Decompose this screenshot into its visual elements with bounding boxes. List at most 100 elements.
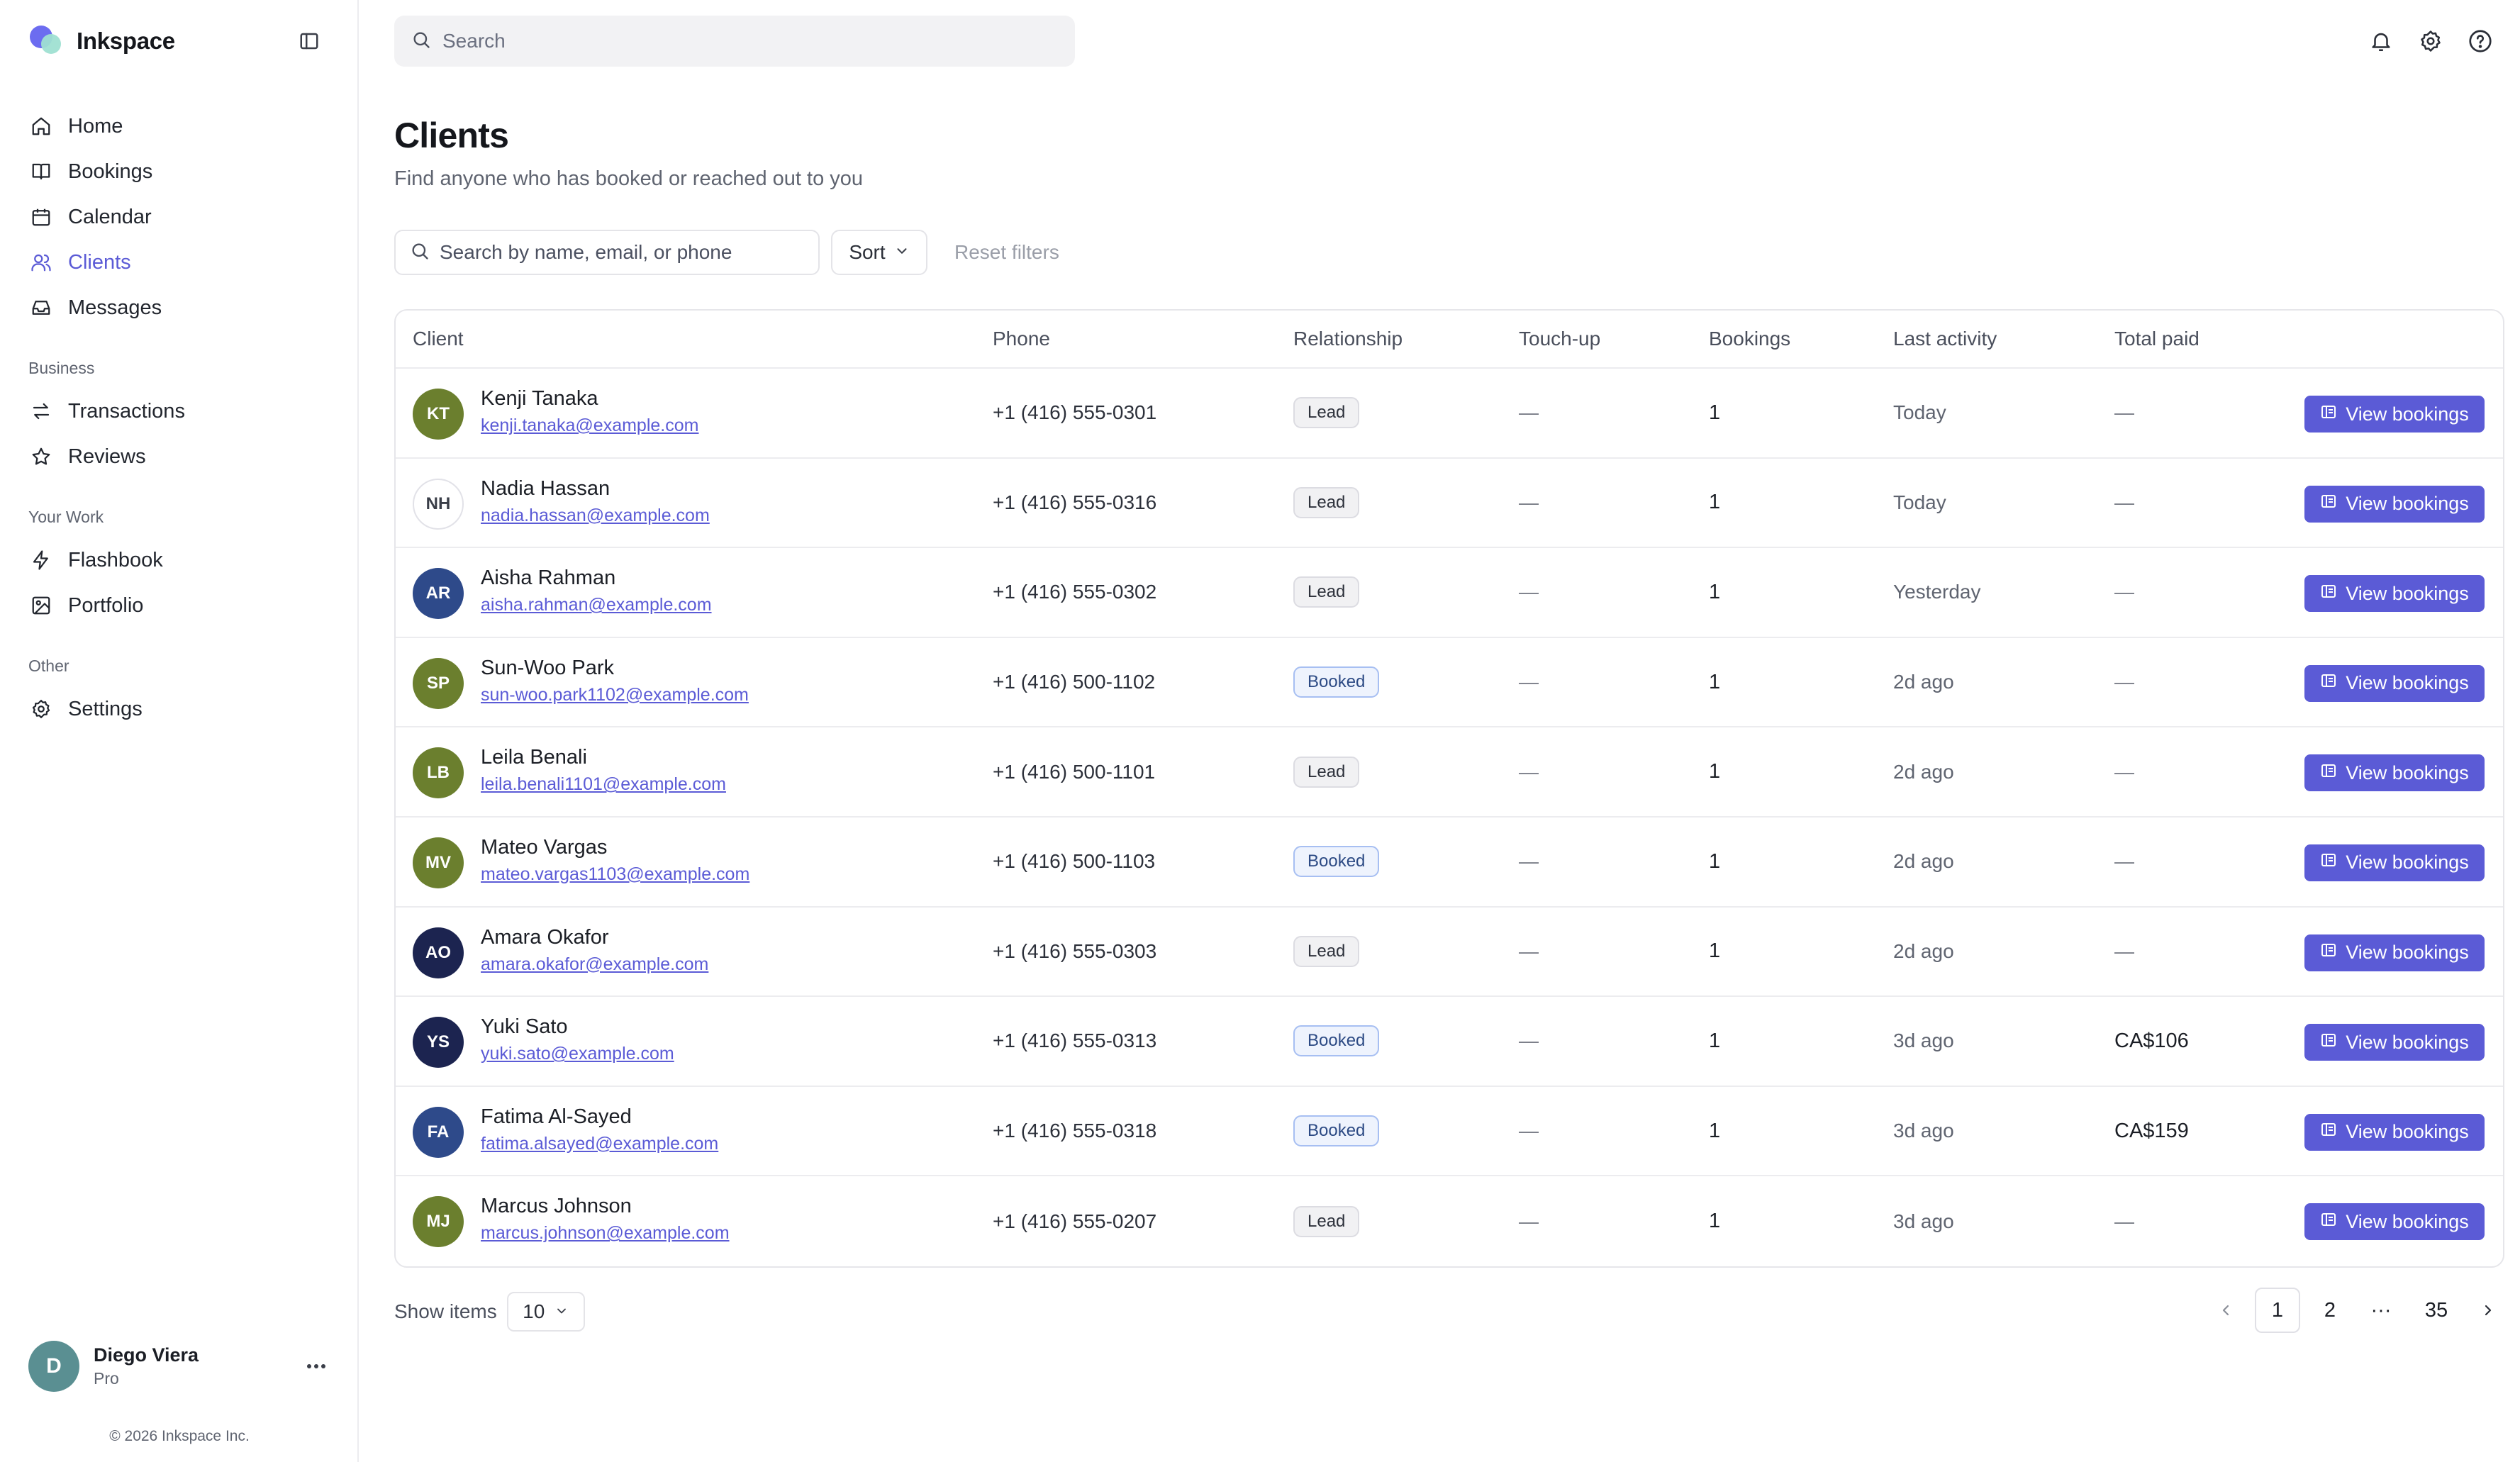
column-header-total-paid[interactable]: Total paid — [2114, 311, 2200, 367]
relationship-badge: Booked — [1293, 666, 1380, 698]
page-title: Clients — [394, 116, 509, 155]
prev-page-icon[interactable] — [2208, 1288, 2243, 1333]
inbox-icon — [28, 295, 54, 320]
last-activity: Yesterday — [1893, 581, 1981, 603]
view-bookings-button[interactable]: View bookings — [2304, 1024, 2485, 1061]
page-1-button[interactable]: 1 — [2255, 1288, 2300, 1333]
last-activity: 2d ago — [1893, 671, 1954, 693]
column-header-client[interactable]: Client — [413, 311, 464, 367]
client-email-link[interactable]: kenji.tanaka@example.com — [481, 415, 698, 436]
brand[interactable]: Inkspace — [28, 24, 175, 58]
column-header-phone[interactable]: Phone — [993, 311, 1050, 367]
sort-button[interactable]: Sort — [831, 230, 927, 275]
sidebar-item-transactions[interactable]: Transactions — [28, 389, 333, 434]
help-icon[interactable] — [2463, 24, 2497, 58]
client-avatar: FA — [413, 1106, 464, 1158]
client-email-link[interactable]: leila.benali1101@example.com — [481, 774, 726, 795]
column-header-touch-up[interactable]: Touch-up — [1519, 311, 1600, 367]
view-bookings-button[interactable]: View bookings — [2304, 485, 2485, 523]
sidebar-item-messages[interactable]: Messages — [28, 285, 333, 330]
sidebar-item-settings[interactable]: Settings — [28, 686, 333, 732]
touch-up-value: — — [1519, 401, 1539, 424]
table-row[interactable]: MJ Marcus Johnson marcus.johnson@example.c… — [396, 1176, 2503, 1266]
table-row[interactable]: NH Nadia Hassan nadia.hassan@example.com +1… — [396, 459, 2503, 549]
view-bookings-button[interactable]: View bookings — [2304, 575, 2485, 613]
table-row[interactable]: MV Mateo Vargas mateo.vargas1103@example.c… — [396, 818, 2503, 908]
column-header-last-activity[interactable]: Last activity — [1893, 311, 1997, 367]
view-bookings-button[interactable]: View bookings — [2304, 1203, 2485, 1241]
table-row[interactable]: FA Fatima Al-Sayed fatima.alsayed@example.… — [396, 1087, 2503, 1177]
table-row[interactable]: SP Sun-Woo Park sun-woo.park1102@example.c… — [396, 638, 2503, 728]
page-subtitle: Find anyone who has booked or reached ou… — [394, 167, 864, 190]
bell-icon[interactable] — [2364, 24, 2398, 58]
sort-label: Sort — [849, 241, 886, 263]
total-paid: — — [2114, 491, 2134, 513]
table-row[interactable]: LB Leila Benali leila.benali1101@example.c… — [396, 727, 2503, 818]
column-header-relationship[interactable]: Relationship — [1293, 311, 1403, 367]
view-bookings-button[interactable]: View bookings — [2304, 396, 2485, 433]
calendar-icon — [28, 204, 54, 230]
global-search-input[interactable]: Search — [394, 16, 1075, 67]
total-paid: — — [2114, 581, 2134, 603]
last-activity: Today — [1893, 491, 1946, 513]
client-search-field[interactable] — [394, 230, 820, 275]
search-icon — [411, 30, 431, 53]
view-bookings-button[interactable]: View bookings — [2304, 1113, 2485, 1151]
last-activity: 3d ago — [1893, 1210, 1954, 1232]
bookings-list-icon — [2320, 403, 2337, 425]
bookings-count: 1 — [1709, 580, 1721, 603]
sidebar-item-bookings[interactable]: Bookings — [28, 149, 333, 194]
client-search-input[interactable] — [440, 241, 808, 264]
reset-filters-button[interactable]: Reset filters — [954, 241, 1059, 264]
view-bookings-label: View bookings — [2346, 1031, 2469, 1053]
table-row[interactable]: KT Kenji Tanaka kenji.tanaka@example.com +1… — [396, 369, 2503, 459]
sidebar-item-reviews[interactable]: Reviews — [28, 434, 333, 479]
page-35-button[interactable]: 35 — [2409, 1288, 2463, 1333]
sidebar-item-flashbook[interactable]: Flashbook — [28, 537, 333, 583]
more-options-icon[interactable] — [302, 1354, 330, 1378]
view-bookings-button[interactable]: View bookings — [2304, 934, 2485, 971]
page-size-select[interactable]: 10 — [506, 1292, 585, 1332]
client-email-link[interactable]: fatima.alsayed@example.com — [481, 1134, 718, 1154]
sidebar-item-portfolio[interactable]: Portfolio — [28, 583, 333, 628]
sidebar-item-label: Portfolio — [68, 593, 144, 617]
client-email-link[interactable]: yuki.sato@example.com — [481, 1044, 674, 1064]
client-email-link[interactable]: sun-woo.park1102@example.com — [481, 685, 749, 705]
table-row[interactable]: AO Amara Okafor amara.okafor@example.com +1… — [396, 908, 2503, 998]
view-bookings-button[interactable]: View bookings — [2304, 664, 2485, 702]
page-size-control: Show items 10 — [394, 1292, 585, 1332]
client-email-link[interactable]: nadia.hassan@example.com — [481, 506, 710, 526]
bookings-count: 1 — [1709, 491, 1721, 514]
client-email-link[interactable]: mateo.vargas1103@example.com — [481, 864, 749, 885]
sidebar-item-calendar[interactable]: Calendar — [28, 194, 333, 240]
sidebar-item-label: Reviews — [68, 445, 146, 468]
column-header-bookings[interactable]: Bookings — [1709, 311, 1790, 367]
client-phone: +1 (416) 555-0313 — [993, 1029, 1157, 1052]
sidebar-item-home[interactable]: Home — [28, 104, 333, 149]
view-bookings-label: View bookings — [2346, 942, 2469, 964]
view-bookings-button[interactable]: View bookings — [2304, 844, 2485, 881]
relationship-cell: Lead — [1293, 1176, 1360, 1266]
relationship-badge: Lead — [1293, 935, 1360, 967]
bookings-count: 1 — [1709, 849, 1721, 873]
last-activity: 2d ago — [1893, 850, 1954, 873]
relationship-cell: Lead — [1293, 459, 1360, 547]
gear-icon[interactable] — [2414, 24, 2448, 58]
total-paid: — — [2114, 401, 2134, 424]
relationship-badge: Lead — [1293, 397, 1360, 429]
page-2-button[interactable]: 2 — [2307, 1288, 2353, 1333]
client-email-link[interactable]: marcus.johnson@example.com — [481, 1223, 730, 1244]
view-bookings-button[interactable]: View bookings — [2304, 754, 2485, 792]
client-email-link[interactable]: aisha.rahman@example.com — [481, 595, 712, 615]
relationship-badge: Lead — [1293, 756, 1360, 788]
avatar: D — [28, 1341, 79, 1392]
table-row[interactable]: YS Yuki Sato yuki.sato@example.com +1 (416)… — [396, 997, 2503, 1087]
user-profile[interactable]: D Diego Viera Pro — [28, 1340, 330, 1393]
pagination: 1 2 ··· 35 — [2208, 1288, 2520, 1336]
sidebar-item-clients[interactable]: Clients — [28, 240, 333, 285]
view-bookings-label: View bookings — [2346, 852, 2469, 874]
client-email-link[interactable]: amara.okafor@example.com — [481, 954, 708, 975]
next-page-icon[interactable] — [2470, 1288, 2506, 1333]
table-row[interactable]: AR Aisha Rahman aisha.rahman@example.com +1… — [396, 548, 2503, 638]
sidebar-toggle-icon[interactable] — [295, 27, 323, 55]
